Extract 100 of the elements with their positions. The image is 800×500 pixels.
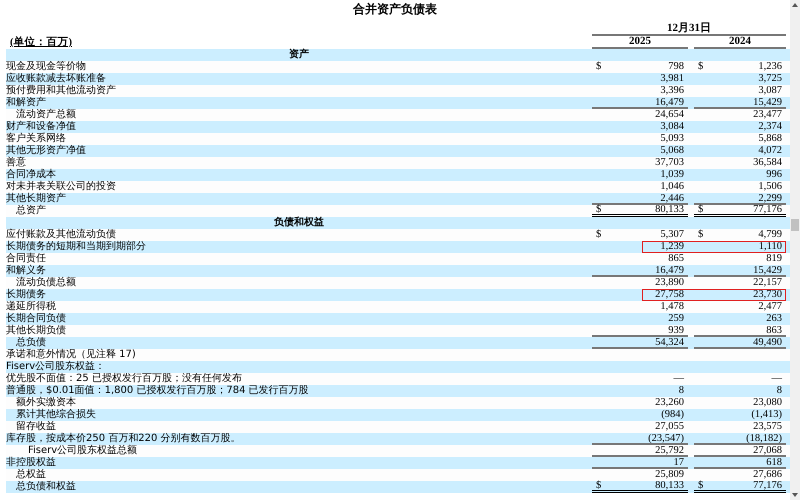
row-label: 对未并表关联公司的投资 [6, 181, 116, 192]
amount: 3,396 [660, 85, 684, 97]
amount: 259 [668, 313, 684, 325]
currency-symbol: $ [596, 61, 602, 73]
amount: 54,324 [655, 337, 684, 347]
row-label: 预付费用和其他流动资产 [6, 85, 116, 96]
period-heading: 12月31日 [592, 22, 786, 36]
section-heading: 资产 [289, 49, 309, 61]
section-heading: 负债和权益 [274, 217, 324, 229]
row-label: 合同责任 [6, 253, 46, 264]
amount: 1,110 [758, 241, 782, 253]
row-label: 非控股权益 [6, 457, 56, 468]
amount: 263 [766, 313, 782, 325]
row-label: 长期合同负债 [6, 313, 66, 324]
scroll-down-icon[interactable] [792, 493, 798, 497]
amount: 37,703 [655, 157, 684, 169]
amount: 24,654 [655, 109, 684, 121]
currency-symbol: $ [596, 481, 602, 490]
currency-symbol: $ [698, 229, 704, 241]
amount: (23,547) [648, 433, 684, 443]
row-label: Fiserv公司股东权益总额 [28, 445, 138, 456]
row-label: 总资产 [16, 205, 46, 217]
amount: (18,182) [746, 433, 782, 443]
amount: 865 [668, 253, 684, 265]
amount: 23,575 [753, 421, 782, 433]
amount: 8 [776, 385, 782, 397]
currency-symbol: $ [596, 229, 602, 241]
row-label: Fiserv公司股东权益： [6, 361, 106, 372]
amount: (984) [661, 409, 684, 421]
amount: 16,479 [655, 265, 684, 275]
amount: 77,176 [753, 205, 782, 214]
amount: 23,260 [655, 397, 684, 409]
scroll-up-icon[interactable] [792, 3, 798, 7]
row-label: 其他长期负债 [6, 325, 66, 336]
amount: 23,080 [753, 397, 782, 409]
amount: — [674, 373, 684, 385]
row-label: 长期债务的短期和当期到期部分 [6, 241, 146, 252]
amount: — [772, 373, 782, 385]
row-label: 普通股，$0.01面值：1,800 已授权发行百万股；784 已发行百万股 [6, 385, 309, 396]
unit-label: (单位：百万) [9, 35, 72, 49]
row-label: 额外实缴资本 [16, 397, 76, 408]
row-label: 库存股，按成本价250 百万和220 分别有数百万股。 [6, 433, 241, 444]
amount: 2,299 [758, 193, 782, 203]
amount: 1,239 [660, 241, 684, 253]
amount: 939 [668, 325, 684, 335]
amount: 16,479 [655, 97, 684, 107]
amount: 22,157 [753, 277, 782, 289]
amount: 25,809 [655, 469, 684, 481]
row-label: 财产和设备净值 [6, 121, 76, 132]
row-label: 其他无形资产净值 [6, 145, 86, 156]
row-label: 流动资产总额 [16, 109, 76, 120]
amount: 23,477 [753, 109, 782, 121]
amount: 819 [766, 253, 782, 265]
amount: 27,758 [655, 289, 684, 301]
row-label: 应收账款减去坏账准备 [6, 73, 106, 84]
row-label: 承诺和意外情况（见注释 17) [6, 349, 136, 360]
amount: 1,236 [758, 61, 782, 73]
amount: 2,374 [758, 121, 782, 133]
amount: 618 [766, 457, 782, 467]
amount: 1,478 [660, 301, 684, 313]
row-label: 长期债务 [6, 289, 46, 300]
row-label: 和解义务 [6, 265, 46, 276]
amount: 15,429 [753, 97, 782, 107]
row-label: 流动负债总额 [16, 277, 76, 288]
amount: 4,072 [758, 145, 782, 157]
amount: 80,133 [655, 205, 684, 214]
amount: 80,133 [655, 481, 684, 490]
currency-symbol: $ [698, 481, 704, 490]
amount: 1,039 [660, 169, 684, 181]
row-label: 总负债和权益 [16, 481, 76, 493]
amount: 3,981 [660, 73, 684, 85]
amount: 5,868 [758, 133, 782, 145]
amount: 3,725 [758, 73, 782, 85]
row-label: 留存收益 [16, 421, 56, 432]
amount: 27,055 [655, 421, 684, 433]
statement-title: 合并资产负债表 [352, 1, 438, 16]
amount: 863 [766, 325, 782, 335]
row-label: 和解资产 [6, 97, 46, 108]
row-label: 应付账款及其他流动负债 [6, 229, 116, 240]
amount: 23,730 [753, 289, 782, 301]
scrollbar-thumb[interactable] [791, 219, 799, 231]
amount: 5,068 [660, 145, 684, 157]
amount: 49,490 [753, 337, 782, 347]
amount: 36,584 [753, 157, 782, 169]
amount: 798 [668, 61, 684, 73]
scrollbar[interactable] [790, 0, 800, 500]
amount: (1,413) [751, 409, 782, 421]
row-label: 其他长期资产 [6, 193, 66, 204]
currency-symbol: $ [698, 205, 704, 214]
row-label: 优先股不面值：25 已授权发行百万股；没有任何发布 [6, 373, 242, 384]
amount: 17 [674, 457, 684, 467]
row-label: 总权益 [16, 469, 46, 480]
amount: 3,087 [758, 85, 782, 97]
amount: 1,506 [758, 181, 782, 193]
row-label: 善意 [6, 157, 26, 169]
row-label: 客户关系网络 [6, 133, 66, 144]
row-label: 累计其他综合损失 [16, 409, 96, 421]
row-label: 递延所得税 [6, 301, 56, 312]
amount: 4,799 [758, 229, 782, 241]
row-label: 合同净成本 [6, 169, 56, 180]
